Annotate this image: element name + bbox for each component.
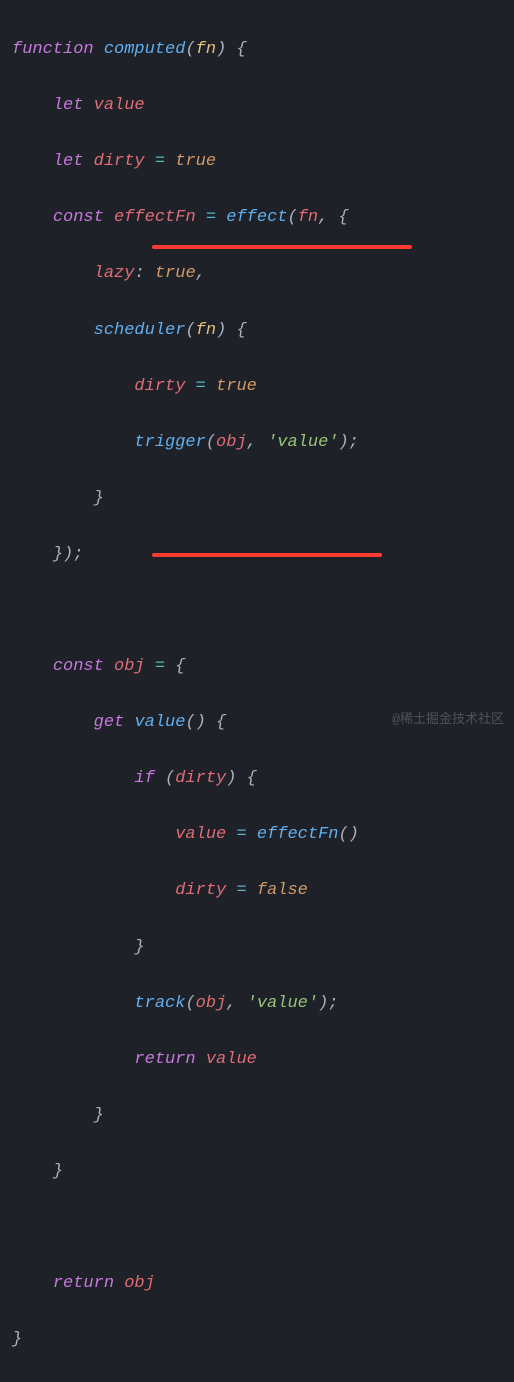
punct: (	[185, 321, 195, 340]
code-line: const obj = {	[12, 653, 514, 681]
code-block: function computed(fn) { let value let di…	[0, 8, 514, 1382]
keyword: function	[12, 40, 94, 59]
variable: obj	[124, 1274, 155, 1293]
variable: effectFn	[114, 208, 196, 227]
boolean: true	[155, 264, 196, 283]
keyword: if	[134, 769, 154, 788]
code-line: trigger(obj, 'value');	[12, 429, 514, 457]
param: fn	[196, 40, 216, 59]
keyword: const	[53, 208, 104, 227]
code-line: let dirty = true	[12, 148, 514, 176]
keyword: let	[53, 152, 84, 171]
punct: , {	[318, 208, 349, 227]
code-line: dirty = true	[12, 373, 514, 401]
code-line: return obj	[12, 1270, 514, 1298]
code-line: }	[12, 1158, 514, 1186]
variable: value	[94, 96, 145, 115]
keyword: const	[53, 657, 104, 676]
function-call: trigger	[134, 433, 205, 452]
property: lazy	[94, 264, 135, 283]
punct: (	[206, 433, 216, 452]
code-line: }	[12, 1102, 514, 1130]
punct: {	[175, 657, 185, 676]
variable: dirty	[175, 881, 226, 900]
code-line: dirty = false	[12, 877, 514, 905]
keyword: get	[94, 713, 125, 732]
code-line	[12, 1214, 514, 1242]
punct: (	[185, 994, 195, 1013]
method-name: scheduler	[94, 321, 186, 340]
string: 'value'	[247, 994, 318, 1013]
boolean: false	[257, 881, 308, 900]
variable: obj	[196, 994, 227, 1013]
punct: }	[94, 489, 104, 508]
highlight-underline	[152, 245, 412, 249]
code-line: scheduler(fn) {	[12, 317, 514, 345]
function-call: effect	[226, 208, 287, 227]
variable: obj	[216, 433, 247, 452]
string: 'value'	[267, 433, 338, 452]
function-call: track	[134, 994, 185, 1013]
punct: ,	[226, 994, 246, 1013]
operator: =	[206, 208, 216, 227]
function-call: effectFn	[257, 825, 339, 844]
punct: ,	[196, 264, 206, 283]
code-line: const effectFn = effect(fn, {	[12, 204, 514, 232]
boolean: true	[175, 152, 216, 171]
punct: ,	[247, 433, 267, 452]
punct: (	[287, 208, 297, 227]
punct: );	[318, 994, 338, 1013]
punct: (	[185, 40, 195, 59]
code-line: if (dirty) {	[12, 765, 514, 793]
variable: value	[206, 1050, 257, 1069]
punct: }	[53, 1162, 63, 1181]
highlight-underline	[152, 553, 382, 557]
operator: =	[236, 881, 246, 900]
variable: value	[175, 825, 226, 844]
variable: fn	[298, 208, 318, 227]
variable: obj	[114, 657, 145, 676]
punct: ()	[338, 825, 358, 844]
keyword: return	[134, 1050, 195, 1069]
keyword: let	[53, 96, 84, 115]
punct: (	[165, 769, 175, 788]
operator: =	[155, 152, 165, 171]
punct: () {	[185, 713, 226, 732]
punct: ) {	[226, 769, 257, 788]
code-line: track(obj, 'value');	[12, 990, 514, 1018]
getter-name: value	[134, 713, 185, 732]
code-line	[12, 597, 514, 625]
punct: );	[338, 433, 358, 452]
code-line: value = effectFn()	[12, 821, 514, 849]
operator: =	[236, 825, 246, 844]
code-line: }	[12, 934, 514, 962]
operator: =	[196, 377, 206, 396]
code-line: lazy: true,	[12, 260, 514, 288]
variable: dirty	[94, 152, 145, 171]
punct: :	[134, 264, 144, 283]
punct: }	[94, 1106, 104, 1125]
punct: }	[12, 1330, 22, 1349]
boolean: true	[216, 377, 257, 396]
punct: });	[53, 545, 84, 564]
punct: ) {	[216, 321, 247, 340]
variable: dirty	[175, 769, 226, 788]
code-line: let value	[12, 92, 514, 120]
keyword: return	[53, 1274, 114, 1293]
function-name: computed	[104, 40, 186, 59]
variable: dirty	[134, 377, 185, 396]
watermark: @稀土掘金技术社区	[392, 709, 504, 730]
code-line: function computed(fn) {	[12, 36, 514, 64]
param: fn	[196, 321, 216, 340]
punct: }	[134, 938, 144, 957]
code-line: }	[12, 485, 514, 513]
code-line: return value	[12, 1046, 514, 1074]
punct: ) {	[216, 40, 247, 59]
code-line: }	[12, 1326, 514, 1354]
operator: =	[155, 657, 165, 676]
